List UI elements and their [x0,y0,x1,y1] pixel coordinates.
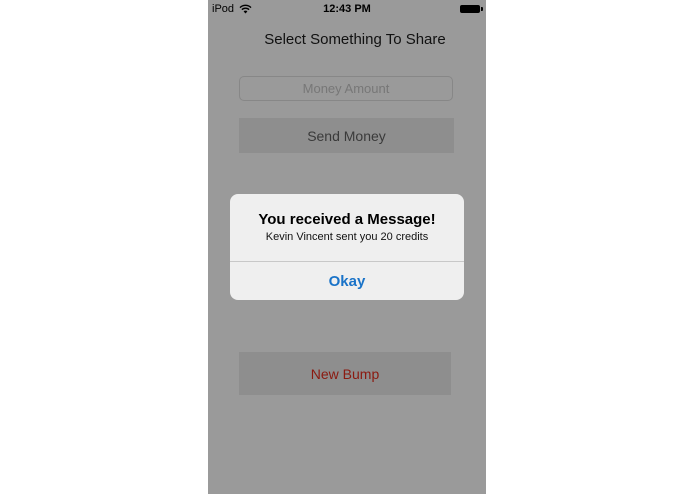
alert-title: You received a Message! [258,211,436,228]
page-title: Select Something To Share [264,31,446,48]
new-bump-button[interactable]: New Bump [239,352,451,395]
status-time: 12:43 PM [323,3,371,15]
status-bar: iPod 12:43 PM [208,0,486,18]
stage: iPod 12:43 PM Select Something To Share … [0,0,695,494]
okay-button[interactable]: Okay [230,262,464,300]
battery-icon [460,5,483,13]
alert-dialog: You received a Message! Kevin Vincent se… [230,194,464,300]
send-money-button[interactable]: Send Money [239,118,454,153]
phone-screen: iPod 12:43 PM Select Something To Share … [208,0,486,494]
money-amount-input[interactable] [239,76,453,101]
alert-message: Kevin Vincent sent you 20 credits [265,231,429,243]
